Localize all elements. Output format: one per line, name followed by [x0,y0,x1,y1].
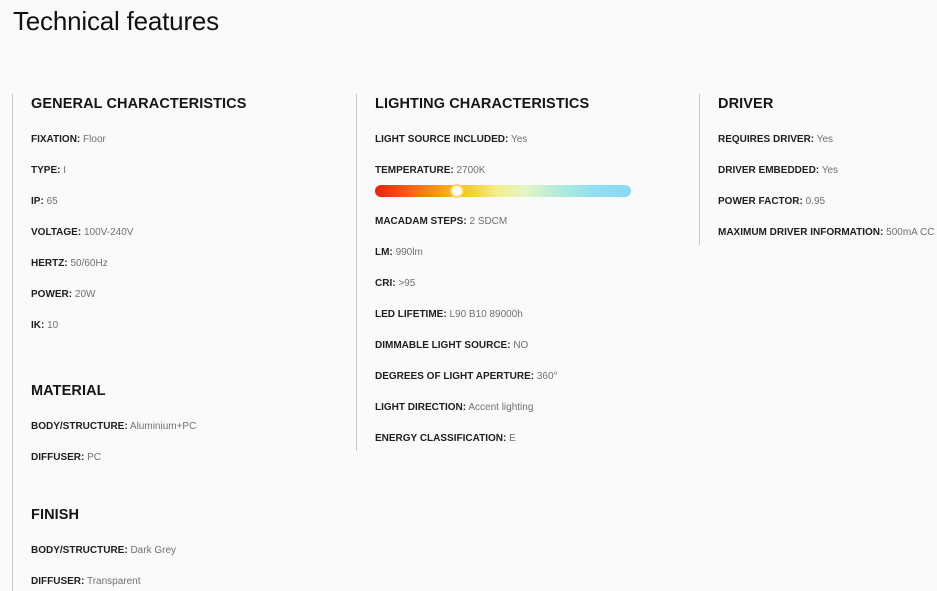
page-title: Technical features [13,6,219,36]
spec-macadam-steps: MACADAM STEPS: 2 SDCM [375,216,686,247]
spec-light-source-included: LIGHT SOURCE INCLUDED: Yes [375,134,686,165]
spec-key: ENERGY CLASSIFICATION: [375,433,507,444]
section-finish: FINISH BODY/STRUCTURE: Dark Grey DIFFUSE… [31,505,176,591]
column-lighting: LIGHTING CHARACTERISTICS LIGHT SOURCE IN… [356,94,686,451]
spec-key: LED LIFETIME: [375,309,447,320]
spec-type: TYPE: I [31,165,247,196]
spec-lm: LM: 990lm [375,247,686,278]
spec-key: TYPE: [31,165,61,176]
spec-list: BODY/STRUCTURE: Aluminium+PC DIFFUSER: P… [31,401,196,483]
spec-value: NO [513,340,529,351]
spec-key: REQUIRES DRIVER: [718,134,815,145]
spec-value: >95 [398,278,416,289]
spec-key: HERTZ: [31,258,68,269]
spec-list: REQUIRES DRIVER: Yes DRIVER EMBEDDED: Ye… [718,114,937,258]
spec-value: 50/60Hz [70,258,108,269]
spec-value: Yes [821,165,839,176]
column-general: GENERAL CHARACTERISTICS FIXATION: Floor … [12,94,342,591]
spec-key: IK: [31,320,45,331]
spec-temperature: TEMPERATURE: 2700K [375,165,686,216]
spec-led-lifetime: LED LIFETIME: L90 B10 89000h [375,309,686,340]
spec-power-factor: POWER FACTOR: 0.95 [718,196,937,227]
spec-value: 20W [74,289,96,300]
section-lighting-characteristics: LIGHTING CHARACTERISTICS LIGHT SOURCE IN… [375,94,686,464]
spec-value: 2700K [456,165,486,176]
spec-value: 360° [536,371,558,382]
spec-key: POWER: [31,289,73,300]
spec-key: IP: [31,196,44,207]
spec-ik: IK: 10 [31,320,247,351]
spec-body-structure: BODY/STRUCTURE: Aluminium+PC [31,421,196,452]
column-driver: DRIVER REQUIRES DRIVER: Yes DRIVER EMBED… [699,94,937,245]
spec-value: 2 SDCM [469,216,508,227]
spec-key: BODY/STRUCTURE: [31,421,128,432]
spec-key: FIXATION: [31,134,81,145]
spec-value: Dark Grey [130,545,177,556]
spec-value: I [63,165,67,176]
section-general-characteristics: GENERAL CHARACTERISTICS FIXATION: Floor … [31,94,247,351]
spec-list: FIXATION: Floor TYPE: I IP: 65 VOLTAGE: … [31,114,247,351]
spec-key: LIGHT DIRECTION: [375,402,467,413]
spec-value: Transparent [86,576,141,587]
spec-key: BODY/STRUCTURE: [31,545,128,556]
section-title: FINISH [31,507,80,523]
spec-key: TEMPERATURE: [375,165,454,176]
section-title: LIGHTING CHARACTERISTICS [375,96,590,112]
section-title: MATERIAL [31,383,106,399]
spec-value: Accent lighting [468,402,534,413]
spec-value: L90 B10 89000h [449,309,523,320]
spec-value: Yes [510,134,528,145]
spec-degrees-of-light-aperture: DEGREES OF LIGHT APERTURE: 360° [375,371,686,402]
spec-list: LIGHT SOURCE INCLUDED: Yes TEMPERATURE: … [375,114,686,464]
spec-ip: IP: 65 [31,196,247,227]
spec-value: 990lm [395,247,423,258]
spec-value: 500mA CC [886,227,935,238]
spec-key: MAXIMUM DRIVER INFORMATION: [718,227,884,238]
spec-key: VOLTAGE: [31,227,82,238]
spec-list: BODY/STRUCTURE: Dark Grey DIFFUSER: Tran… [31,525,176,591]
section-title: GENERAL CHARACTERISTICS [31,96,247,112]
spec-value: 0.95 [805,196,826,207]
spec-key: CRI: [375,278,396,289]
spec-value: 65 [46,196,58,207]
spec-maximum-driver-information: MAXIMUM DRIVER INFORMATION: 500mA CC [718,227,937,258]
spec-value: 100V-240V [83,227,134,238]
spec-key: POWER FACTOR: [718,196,803,207]
spec-power: POWER: 20W [31,289,247,320]
spec-value: E [509,433,516,444]
spec-fixation: FIXATION: Floor [31,134,247,165]
spec-hertz: HERTZ: 50/60Hz [31,258,247,289]
spec-value: Yes [816,134,834,145]
spec-energy-classification: ENERGY CLASSIFICATION: E [375,433,686,464]
spec-voltage: VOLTAGE: 100V-240V [31,227,247,258]
spec-light-direction: LIGHT DIRECTION: Accent lighting [375,402,686,433]
spec-value: Aluminium+PC [129,421,197,432]
spec-diffuser: DIFFUSER: Transparent [31,576,176,591]
spec-key: DEGREES OF LIGHT APERTURE: [375,371,535,382]
spec-key: DIFFUSER: [31,576,85,587]
spec-value: PC [87,452,102,463]
spec-dimmable-light-source: DIMMABLE LIGHT SOURCE: NO [375,340,686,371]
temperature-marker [449,184,464,198]
section-driver: DRIVER REQUIRES DRIVER: Yes DRIVER EMBED… [718,94,937,258]
section-title: DRIVER [718,96,774,112]
spec-value: 10 [47,320,59,331]
spec-key: DIFFUSER: [31,452,85,463]
spec-key: DRIVER EMBEDDED: [718,165,820,176]
spec-key: DIMMABLE LIGHT SOURCE: [375,340,511,351]
spec-requires-driver: REQUIRES DRIVER: Yes [718,134,937,165]
spec-body-structure: BODY/STRUCTURE: Dark Grey [31,545,176,576]
spec-diffuser: DIFFUSER: PC [31,452,196,483]
spec-key: LIGHT SOURCE INCLUDED: [375,134,509,145]
spec-key: LM: [375,247,393,258]
color-temperature-scale [375,184,631,198]
spec-cri: CRI: >95 [375,278,686,309]
spec-driver-embedded: DRIVER EMBEDDED: Yes [718,165,937,196]
spec-key: MACADAM STEPS: [375,216,467,227]
spec-value: Floor [83,134,106,145]
section-material: MATERIAL BODY/STRUCTURE: Aluminium+PC DI… [31,381,196,483]
technical-features-page: Technical features GENERAL CHARACTERISTI… [0,0,937,591]
